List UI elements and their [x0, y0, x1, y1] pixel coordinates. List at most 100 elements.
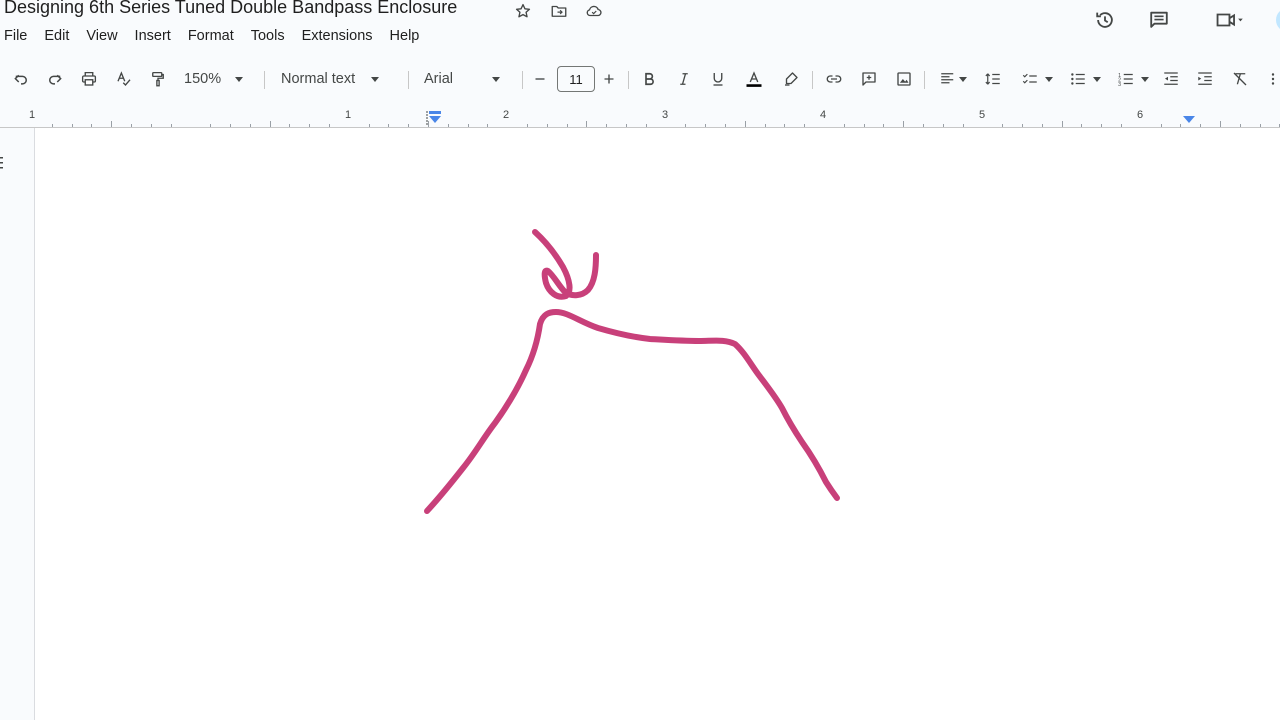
underline-icon[interactable]: [707, 64, 729, 94]
cloud-saved-icon[interactable]: [583, 0, 605, 22]
right-indent-marker[interactable]: [1182, 115, 1196, 125]
outline-toggle-icon[interactable]: [0, 156, 4, 170]
menu-insert[interactable]: Insert: [126, 26, 179, 48]
chevron-down-icon: [235, 76, 244, 82]
menu-view[interactable]: View: [78, 26, 126, 48]
ruler-tick: [1259, 124, 1261, 127]
ruler-tick: [1121, 124, 1122, 127]
chevron-down-icon: [492, 76, 501, 82]
paint-format-icon[interactable]: [147, 64, 169, 94]
ruler-tick: [1160, 124, 1162, 127]
chevron-down-icon: [1045, 76, 1053, 82]
spellcheck-icon[interactable]: [113, 64, 135, 94]
font-size-input[interactable]: 11: [557, 66, 595, 92]
ruler-tick: [71, 124, 73, 127]
ruler-tick: [1061, 121, 1063, 127]
chevron-down-icon: [1141, 76, 1149, 82]
ruler-tick: [51, 124, 53, 127]
ruler-tick: [269, 121, 271, 127]
add-comment-icon[interactable]: [858, 64, 880, 94]
ruler-tick: [210, 124, 212, 127]
link-icon[interactable]: [823, 64, 845, 94]
decrease-indent-icon[interactable]: [1160, 64, 1182, 94]
menu-file[interactable]: File: [0, 26, 36, 48]
ruler-tick: [1081, 124, 1083, 127]
insert-image-icon[interactable]: [893, 64, 915, 94]
ruler-tick: [923, 124, 924, 127]
highlight-icon[interactable]: [780, 64, 802, 94]
ruler-tick: [487, 124, 489, 127]
line-spacing-icon[interactable]: [982, 64, 1004, 94]
star-icon[interactable]: [512, 0, 534, 22]
font-dropdown[interactable]: Arial: [424, 64, 508, 94]
menu-help[interactable]: Help: [381, 26, 428, 48]
menu-edit[interactable]: Edit: [36, 26, 78, 48]
share-button-edge[interactable]: [1276, 8, 1280, 32]
ruler-tick: [230, 124, 231, 127]
ruler-number: 1: [345, 109, 352, 121]
meet-camera-icon[interactable]: [1205, 6, 1253, 34]
decrease-font-size-icon[interactable]: [530, 64, 550, 94]
bulleted-list-icon[interactable]: [1065, 64, 1105, 94]
ruler-number: 3: [662, 109, 669, 121]
ruler-tick: [804, 124, 806, 127]
numbered-list-icon[interactable]: 123: [1113, 64, 1153, 94]
ruler-tick: [131, 124, 132, 127]
document-title[interactable]: Designing 6th Series Tuned Double Bandpa…: [4, 0, 457, 18]
clear-formatting-icon[interactable]: [1229, 64, 1251, 94]
ruler-number: 4: [820, 109, 827, 121]
ruler-tick: [111, 121, 113, 127]
zoom-dropdown[interactable]: 150%: [184, 64, 252, 94]
ruler-tick: [962, 124, 964, 127]
increase-font-size-icon[interactable]: [599, 64, 619, 94]
print-icon[interactable]: [78, 64, 100, 94]
toolbar-divider: [522, 71, 523, 89]
italic-icon[interactable]: [673, 64, 695, 94]
toolbar-divider: [924, 71, 925, 89]
ruler-tick: [626, 124, 627, 127]
menu-bar: File Edit View Insert Format Tools Exten…: [0, 26, 428, 48]
ruler-tick: [249, 124, 251, 127]
ruler-number: 2: [503, 109, 510, 121]
ruler-tick: [883, 124, 885, 127]
ruler-tick: [764, 124, 766, 127]
ruler-tick: [1101, 124, 1103, 127]
title-bar: Designing 6th Series Tuned Double Bandpa…: [0, 0, 1280, 32]
more-icon[interactable]: [1268, 64, 1278, 94]
bold-icon[interactable]: [638, 64, 660, 94]
ruler-tick: [447, 124, 449, 127]
text-color-icon[interactable]: [742, 64, 766, 94]
ruler[interactable]: 1 1 2 3 4 5 6: [0, 107, 1280, 128]
comments-icon[interactable]: [1145, 6, 1173, 34]
ruler-tick: [685, 124, 687, 127]
ruler-tick: [1041, 124, 1043, 127]
document-page[interactable]: [34, 128, 1280, 720]
chevron-down-icon: [959, 76, 967, 82]
ruler-number: 5: [979, 109, 986, 121]
menu-tools[interactable]: Tools: [242, 26, 293, 48]
undo-icon[interactable]: [10, 64, 32, 94]
align-icon[interactable]: [935, 64, 971, 94]
ruler-tick: [150, 124, 152, 127]
redo-icon[interactable]: [44, 64, 66, 94]
menu-extensions[interactable]: Extensions: [293, 26, 381, 48]
ruler-tick: [467, 124, 469, 127]
toolbar-divider: [812, 71, 813, 89]
chevron-down-icon: [1093, 76, 1101, 82]
toolbar-divider: [264, 71, 265, 89]
document-canvas[interactable]: [0, 128, 1280, 720]
menu-format[interactable]: Format: [179, 26, 242, 48]
ruler-number: 6: [1137, 109, 1144, 121]
checklist-icon[interactable]: [1017, 64, 1057, 94]
ruler-tick: [1002, 124, 1004, 127]
increase-indent-icon[interactable]: [1194, 64, 1216, 94]
ruler-tick: [705, 124, 707, 127]
docs-app: Designing 6th Series Tuned Double Bandpa…: [0, 0, 1280, 720]
version-history-icon[interactable]: [1091, 6, 1119, 34]
ruler-tick: [566, 124, 568, 127]
toolbar: 150% Normal text Arial 11 1 2 3: [0, 64, 1280, 94]
paragraph-style-dropdown[interactable]: Normal text: [281, 64, 393, 94]
move-to-folder-icon[interactable]: [548, 0, 570, 22]
left-indent-marker[interactable]: [426, 111, 444, 125]
ruler-tick: [1200, 124, 1202, 127]
